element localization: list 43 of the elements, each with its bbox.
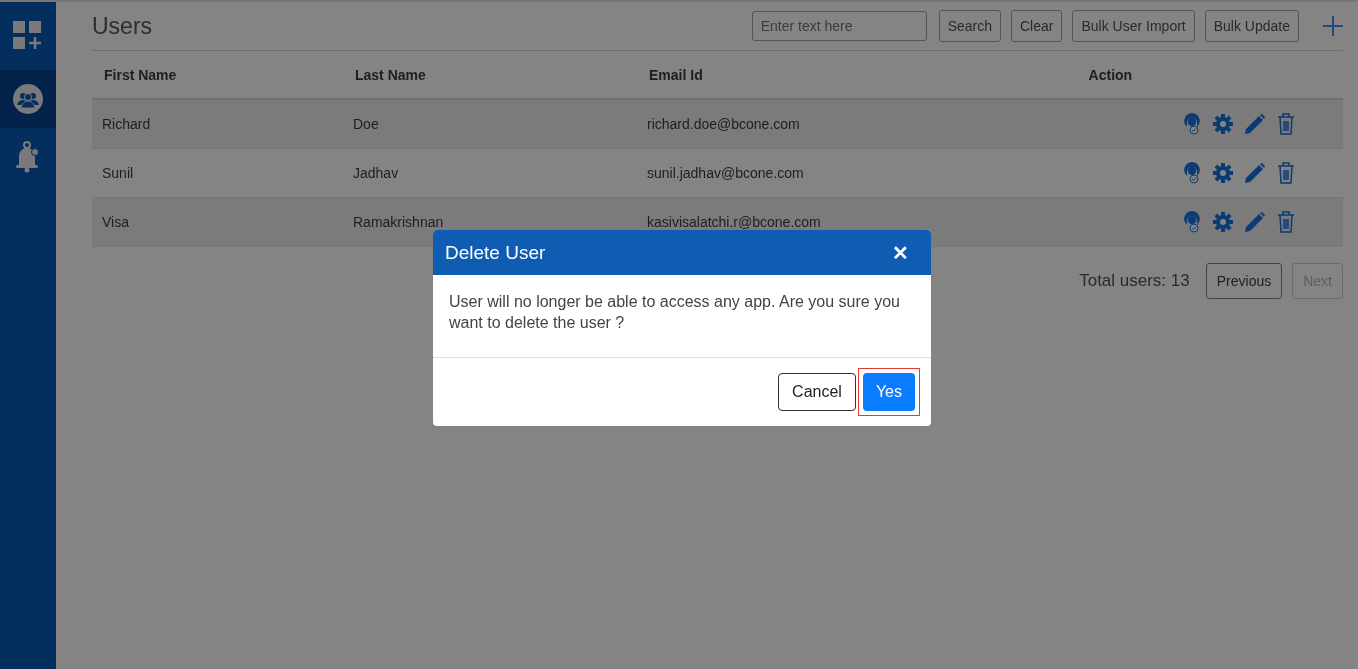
user-group-icon [13,84,43,114]
toolbar-button[interactable]: Clear [1011,10,1063,42]
table-cell: sunil.jadhav@bcone.com [647,165,804,181]
table-cell: kasivisalatchi.r@bcone.com [647,214,821,230]
table-cell: Doe [353,116,379,132]
dialog-button[interactable]: Cancel [778,373,856,411]
table-cell: Sunil [102,165,134,181]
column-header: First Name [104,66,177,83]
column-header: Email Id [649,66,703,83]
dialog-message: User will no longer be able to access any app. Are you sure you want to delete the user ? [433,275,931,358]
table-cell: Jadhav [353,165,399,181]
pencil-icon[interactable] [1245,114,1266,134]
trash-icon[interactable] [1277,211,1296,233]
dialog-title: Delete User [445,241,546,264]
dialog-button[interactable]: Yes [862,373,915,411]
close-button[interactable]: ✕ [886,240,915,265]
toolbar-button[interactable]: Search [938,10,1001,42]
pencil-icon[interactable] [1245,163,1266,183]
search-field[interactable]: Enter text here [751,11,927,41]
trash-icon[interactable] [1277,113,1296,135]
toolbar-button[interactable]: Bulk User Import [1072,10,1195,42]
table-cell: Visa [102,214,129,230]
settings-icon[interactable] [1213,114,1234,134]
add-icon[interactable] [1323,16,1343,36]
settings-icon[interactable] [1213,212,1234,232]
settings-icon[interactable] [1213,163,1234,183]
pagination-button[interactable]: Previous [1205,263,1283,299]
table-cell: richard.doe@bcone.com [647,116,800,132]
table-cell: Ramakrishnan [353,214,444,230]
user-check-icon[interactable] [1183,113,1202,135]
sidebar-item[interactable] [0,70,56,128]
column-header: Last Name [355,66,426,83]
user-check-icon[interactable] [1183,211,1202,233]
toolbar-button[interactable]: Bulk Update [1204,10,1299,42]
user-check-icon[interactable] [1183,162,1202,184]
trash-icon[interactable] [1277,162,1296,184]
bell-icon [15,141,41,173]
grid-plus-icon [13,21,43,51]
pencil-icon[interactable] [1245,212,1266,232]
column-header: Action [1088,66,1133,83]
page-title: Users [92,12,153,40]
total-users-count: Total users: 13 [1079,271,1190,291]
table-cell: Richard [102,116,151,132]
